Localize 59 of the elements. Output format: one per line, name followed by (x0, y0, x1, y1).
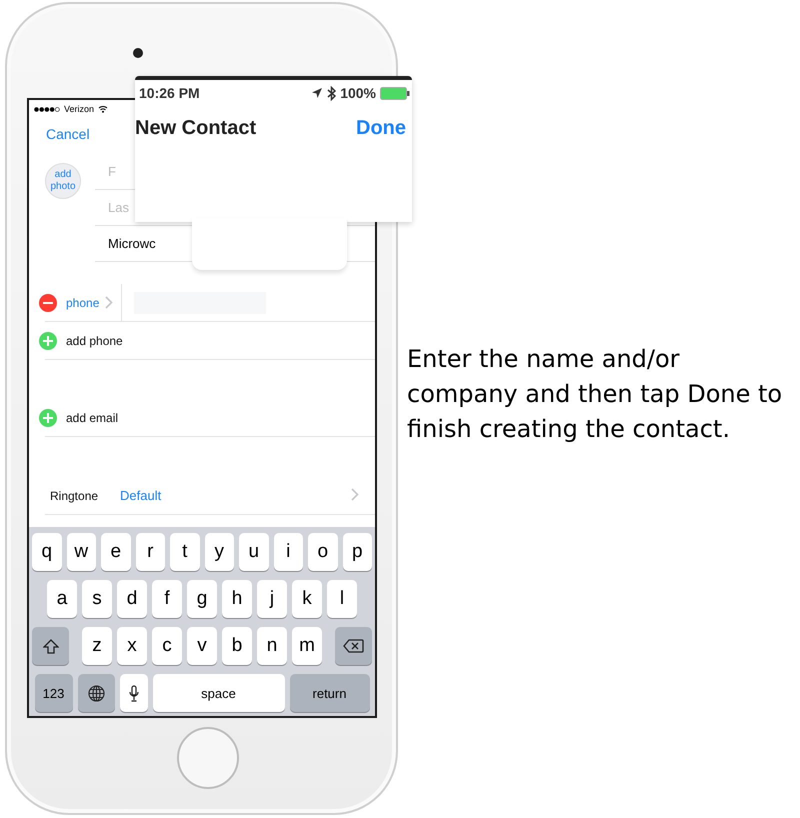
letter-key[interactable]: f (152, 580, 182, 618)
bluetooth-icon (327, 86, 336, 100)
letter-key[interactable]: i (274, 533, 303, 571)
letter-key[interactable]: a (47, 580, 77, 618)
letter-key[interactable]: j (257, 580, 287, 618)
carrier-label: Verizon (64, 104, 94, 114)
letter-key[interactable]: x (117, 627, 147, 665)
shift-icon (42, 638, 58, 654)
signal-icon (34, 106, 60, 112)
globe-key[interactable] (78, 674, 114, 712)
add-icon[interactable] (39, 332, 57, 350)
letter-key[interactable]: e (101, 533, 130, 571)
letter-key[interactable]: s (82, 580, 112, 618)
add-icon[interactable] (39, 408, 57, 426)
letter-key[interactable]: v (187, 627, 217, 665)
shift-key[interactable] (32, 627, 69, 665)
letter-key[interactable]: g (187, 580, 217, 618)
chevron-icon (105, 296, 114, 309)
ringtone-value[interactable]: Default (120, 488, 351, 503)
cancel-button[interactable]: Cancel (46, 126, 90, 142)
add-field-label[interactable]: add phone (66, 334, 123, 348)
remove-icon[interactable] (39, 294, 57, 312)
letter-key[interactable]: h (222, 580, 252, 618)
letter-key[interactable]: z (82, 627, 112, 665)
space-bar[interactable]: space (152, 674, 284, 712)
ringtone-label: Ringtone (50, 488, 100, 502)
globe-icon (88, 684, 104, 702)
chevron-icon (351, 488, 359, 500)
letter-key[interactable]: w (66, 533, 96, 571)
microphone-icon (128, 684, 138, 702)
instruction-text: Enter the name and/or company and then tap Done to finish creating the contact. (407, 344, 784, 445)
phone-label-button[interactable]: phone (66, 296, 106, 310)
letter-key[interactable]: r (136, 533, 165, 571)
letter-key[interactable]: d (117, 580, 147, 618)
return-key[interactable]: return (290, 674, 370, 712)
letter-key[interactable]: p (342, 533, 372, 571)
letter-key[interactable]: k (292, 580, 322, 618)
numbers-key[interactable]: 123 (34, 674, 72, 712)
wifi-icon (98, 105, 108, 113)
letter-key[interactable]: m (292, 627, 322, 665)
battery-percent: 100% (340, 85, 376, 101)
battery-icon (380, 86, 410, 100)
status-time: 10:26 PM (139, 85, 201, 101)
letter-key[interactable]: o (308, 533, 338, 571)
letter-key[interactable]: b (222, 627, 252, 665)
camera-icon (133, 48, 143, 58)
letter-key[interactable]: t (170, 533, 200, 571)
dictation-key[interactable] (120, 674, 148, 712)
letter-key[interactable]: q (32, 533, 62, 571)
add-field-label[interactable]: add email (66, 410, 118, 424)
screen-title: New Contact (135, 116, 258, 140)
letter-key[interactable]: n (257, 627, 287, 665)
backspace-icon (343, 639, 364, 653)
letter-key[interactable]: y (204, 533, 234, 571)
delete-key[interactable] (335, 627, 372, 665)
done-button[interactable]: Done (356, 116, 406, 140)
letter-key[interactable]: c (152, 627, 182, 665)
letter-key[interactable]: l (327, 580, 357, 618)
letter-key[interactable]: u (239, 533, 268, 571)
